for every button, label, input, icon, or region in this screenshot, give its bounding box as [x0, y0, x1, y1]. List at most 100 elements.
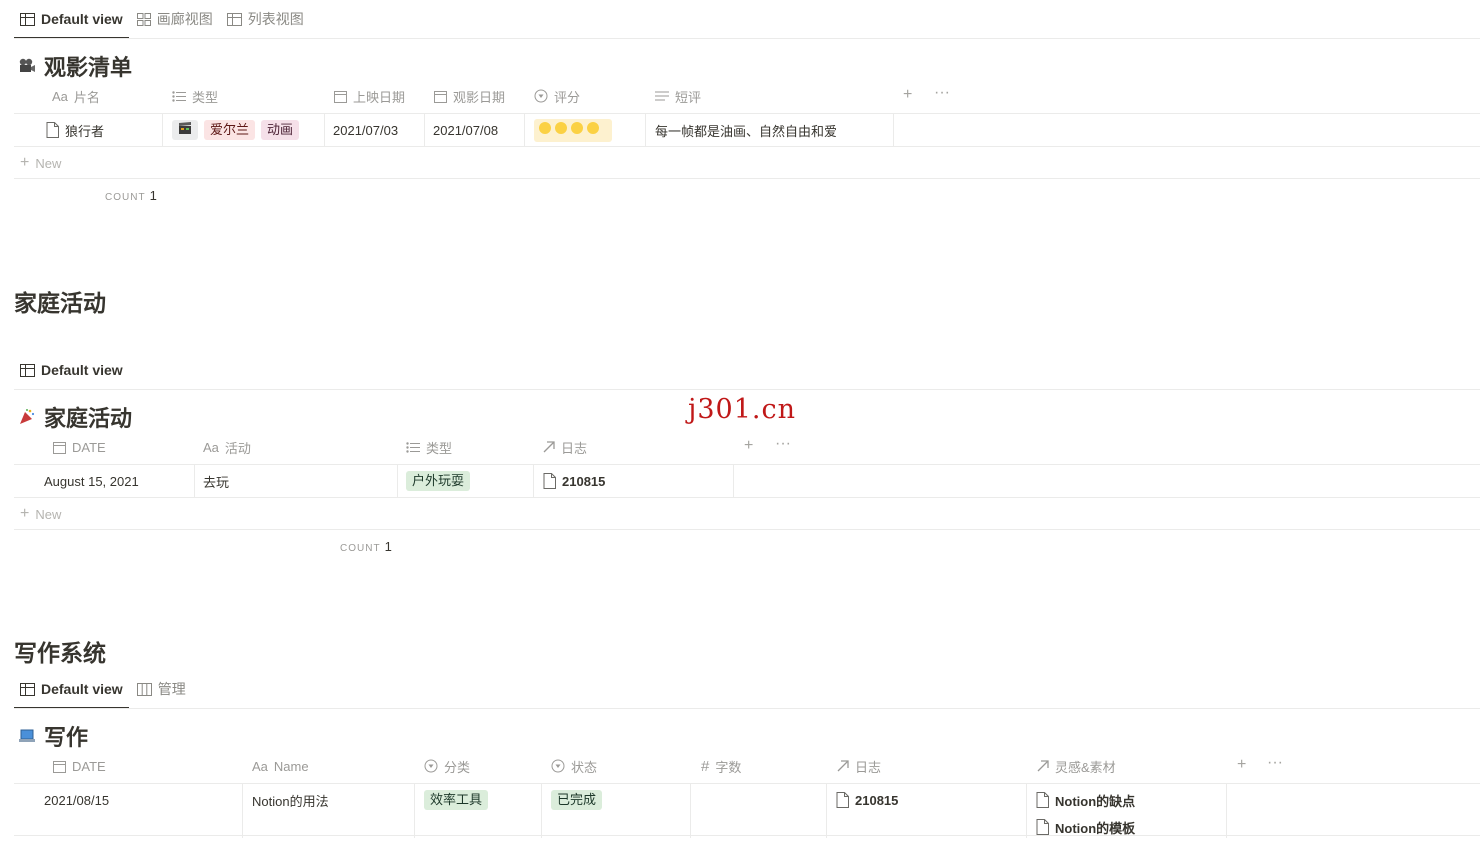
more-options-button[interactable]: ··· [934, 84, 950, 102]
database-title-text: 家庭活动 [44, 406, 133, 431]
calendar-icon [53, 760, 66, 773]
log-cell[interactable]: 210815 [836, 783, 898, 817]
release-date-cell[interactable]: 2021/07/03 [333, 113, 398, 147]
divider [14, 389, 1480, 390]
count-value: 1 [149, 188, 157, 203]
name-cell[interactable]: Notion的用法 [252, 783, 329, 817]
column-divider [1026, 783, 1027, 838]
divider [14, 835, 1480, 836]
column-header-date[interactable]: DATE [53, 749, 106, 783]
text-property-icon: Aa [252, 758, 268, 774]
page-icon [1036, 819, 1049, 835]
relation-arrow-icon [837, 760, 849, 772]
column-header-word-count[interactable]: # 字数 [701, 749, 741, 783]
column-divider [194, 464, 195, 497]
tab-gallery-view[interactable]: 画廊视图 [131, 0, 219, 38]
rating-dot [587, 121, 599, 134]
status-cell[interactable]: 已完成 [551, 783, 608, 817]
database-title[interactable]: 观影清单 [18, 50, 132, 82]
count-summary[interactable]: COUNT 1 [105, 188, 157, 203]
tab-manage[interactable]: 管理 [131, 670, 192, 708]
tab-list-view[interactable]: 列表视图 [221, 0, 310, 38]
column-label: 上映日期 [353, 89, 406, 105]
list-icon [406, 441, 420, 453]
column-header-review[interactable]: 短评 [655, 79, 701, 113]
tab-default-view[interactable]: Default view [14, 351, 129, 389]
date-cell[interactable]: 2021/08/15 [44, 783, 109, 817]
number-icon: # [701, 757, 710, 775]
party-popper-icon [20, 409, 35, 424]
table-row-type-cell[interactable]: 爱尔兰 动画 [172, 113, 305, 147]
tab-default-view[interactable]: Default view [14, 670, 129, 709]
view-tabs-movies: Default view 画廊视图 列表视图 [14, 0, 312, 39]
select-icon [534, 89, 548, 103]
database-title[interactable]: 写作 [18, 720, 88, 752]
date-cell[interactable]: August 15, 2021 [44, 464, 139, 498]
count-summary[interactable]: COUNT 1 [340, 539, 392, 554]
column-header-name[interactable]: Aa Name [252, 749, 309, 783]
table-row-name-cell[interactable]: 狼行者 [46, 113, 104, 147]
table-icon [20, 12, 35, 26]
rating-dot [571, 121, 583, 134]
tab-default-view[interactable]: Default view [14, 0, 129, 39]
column-header-date[interactable]: DATE [53, 430, 106, 464]
divider [14, 178, 1480, 179]
column-header-release-date[interactable]: 上映日期 [334, 79, 405, 113]
column-label: 观影日期 [453, 89, 506, 105]
select-icon [551, 759, 565, 773]
tag-outdoor-play: 户外玩耍 [406, 471, 471, 491]
database-title[interactable]: 家庭活动 [18, 401, 132, 433]
rating-dots [539, 121, 599, 134]
review-cell[interactable]: 每一帧都是油画、自然自由和爱 [655, 113, 837, 147]
column-label: 日志 [855, 759, 882, 775]
table-icon [226, 12, 242, 26]
column-label: 灵感&素材 [1055, 759, 1116, 775]
column-divider [397, 464, 398, 497]
tab-label: 画廊视图 [156, 11, 213, 27]
text-lines-icon [655, 91, 669, 102]
board-icon [136, 682, 152, 696]
more-options-button[interactable]: ··· [1267, 754, 1283, 772]
section-heading-family: 家庭活动 [14, 290, 106, 316]
add-property-button[interactable]: + [1237, 756, 1246, 774]
new-row-button[interactable]: + New [20, 154, 61, 172]
column-divider [541, 783, 542, 838]
column-label: 日志 [561, 440, 588, 456]
clapper-board-icon [172, 120, 198, 140]
add-property-button[interactable]: + [744, 437, 753, 455]
column-divider [893, 113, 894, 146]
column-header-name[interactable]: Aa 片名 [52, 79, 100, 113]
column-label: 评分 [554, 89, 581, 105]
rating-cell[interactable] [534, 113, 618, 147]
tag-efficiency-tools: 效率工具 [424, 790, 489, 810]
new-row-button[interactable]: + New [20, 505, 61, 523]
type-cell[interactable]: 户外玩耍 [406, 464, 476, 498]
column-header-log[interactable]: 日志 [837, 749, 881, 783]
more-options-button[interactable]: ··· [775, 435, 791, 453]
divider [14, 38, 1480, 39]
column-label: 类型 [192, 89, 219, 105]
column-divider [1226, 783, 1227, 838]
log-link: 210815 [562, 473, 606, 489]
column-header-type[interactable]: 类型 [406, 430, 452, 464]
column-header-status[interactable]: 状态 [551, 749, 597, 783]
column-header-type[interactable]: 类型 [172, 79, 218, 113]
column-header-log[interactable]: 日志 [543, 430, 587, 464]
category-cell[interactable]: 效率工具 [424, 783, 494, 817]
column-header-category[interactable]: 分类 [424, 749, 470, 783]
activity-cell[interactable]: 去玩 [203, 464, 229, 498]
divider [14, 529, 1480, 530]
database-title-text: 写作 [44, 725, 89, 750]
log-cell[interactable]: 210815 [543, 464, 605, 498]
materials-item[interactable]: Notion的模板 [1036, 810, 1135, 844]
column-header-materials[interactable]: 灵感&素材 [1037, 749, 1116, 783]
tag-animation: 动画 [261, 120, 300, 140]
calendar-icon [434, 90, 447, 103]
watch-date-cell[interactable]: 2021/07/08 [433, 113, 498, 147]
divider [14, 464, 1480, 465]
add-property-button[interactable]: + [903, 86, 912, 104]
column-header-rating[interactable]: 评分 [534, 79, 580, 113]
column-header-watch-date[interactable]: 观影日期 [434, 79, 505, 113]
column-header-activity[interactable]: Aa 活动 [203, 430, 251, 464]
count-label: COUNT [340, 543, 381, 554]
